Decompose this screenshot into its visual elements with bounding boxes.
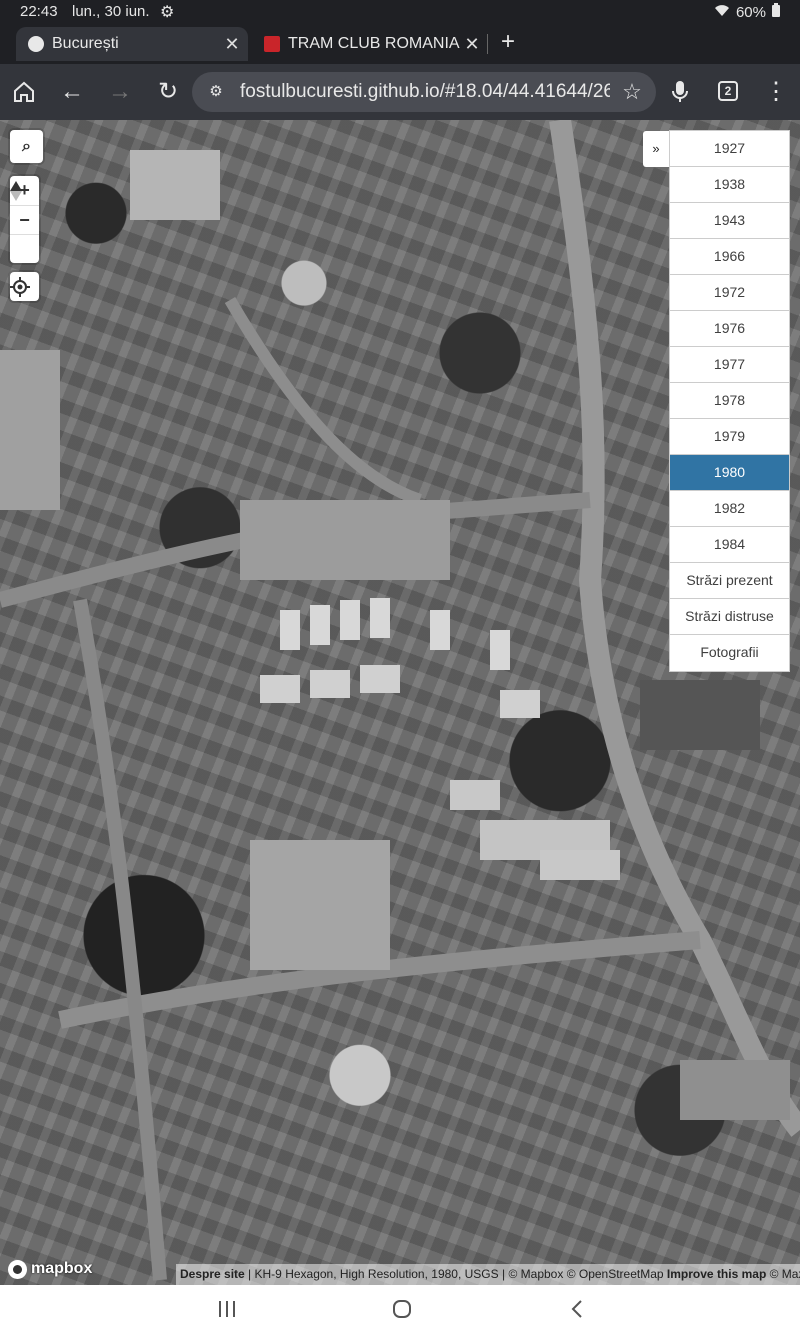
- mapbox-credit-link[interactable]: © Mapbox: [508, 1267, 563, 1281]
- search-icon[interactable]: ⌕: [10, 130, 43, 163]
- improve-map-link[interactable]: Improve this map: [667, 1267, 766, 1281]
- forward-arrow-icon[interactable]: →: [104, 76, 136, 108]
- layer-1984[interactable]: 1984: [670, 527, 789, 563]
- bookmark-star-icon[interactable]: ☆: [618, 78, 646, 106]
- layer-fotografii[interactable]: Fotografii: [670, 635, 789, 671]
- geolocate-control: [10, 272, 39, 301]
- layer-1938[interactable]: 1938: [670, 167, 789, 203]
- mapbox-logo-text: mapbox: [31, 1260, 93, 1277]
- wifi-icon: [714, 3, 730, 21]
- status-date: lun., 30 iun.: [72, 3, 150, 20]
- mapbox-icon: [8, 1259, 27, 1279]
- globe-icon: [28, 36, 44, 52]
- home-icon[interactable]: [8, 76, 40, 108]
- status-time: 22:43: [20, 3, 58, 20]
- back-arrow-icon[interactable]: ←: [56, 76, 88, 108]
- layer-1927[interactable]: 1927: [670, 131, 789, 167]
- tab-title: București: [52, 35, 119, 52]
- geolocate-icon[interactable]: [10, 272, 39, 301]
- address-bar[interactable]: ⚙ fostulbucuresti.github.io/#18.04/44.41…: [192, 72, 656, 112]
- map-attribution: Despre site | KH-9 Hexagon, High Resolut…: [176, 1264, 800, 1285]
- close-icon[interactable]: ✕: [460, 34, 484, 55]
- tram-club-favicon-icon: [264, 36, 280, 52]
- layer-1979[interactable]: 1979: [670, 419, 789, 455]
- zoom-out-button[interactable]: −: [10, 205, 39, 234]
- status-bar: 22:43 lun., 30 iun. ⚙ 60%: [0, 0, 800, 24]
- layer-1978[interactable]: 1978: [670, 383, 789, 419]
- tab-strip: București ✕ TRAM CLUB ROMANIA :: ✕: [0, 24, 800, 64]
- layer-1977[interactable]: 1977: [670, 347, 789, 383]
- site-settings-icon[interactable]: ⚙: [204, 80, 228, 104]
- layer-strazi-distruse[interactable]: Străzi distruse: [670, 599, 789, 635]
- back-nav-icon[interactable]: [562, 1295, 592, 1323]
- maxar-credit-link[interactable]: © Maxar: [770, 1267, 800, 1281]
- tab-tram-club[interactable]: TRAM CLUB ROMANIA :: ✕: [262, 27, 488, 61]
- home-nav-icon[interactable]: [387, 1295, 417, 1323]
- more-menu-icon[interactable]: ⋮: [760, 76, 792, 108]
- status-right: 60%: [714, 3, 780, 21]
- recent-apps-icon[interactable]: [212, 1295, 242, 1323]
- zoom-control-group: + −: [10, 176, 39, 263]
- tab-switcher-button[interactable]: 2: [718, 81, 738, 101]
- satellite-map[interactable]: ⌕ + − » 1927 1938 1943 1966 1972 1976 19…: [0, 120, 800, 1285]
- search-control: ⌕: [10, 130, 43, 163]
- microphone-icon[interactable]: [664, 76, 696, 108]
- compass-icon[interactable]: [10, 181, 39, 263]
- system-nav-bar: [0, 1285, 800, 1333]
- layer-1976[interactable]: 1976: [670, 311, 789, 347]
- layer-1972[interactable]: 1972: [670, 275, 789, 311]
- new-tab-button[interactable]: +: [496, 28, 520, 58]
- attribution-separator: |: [248, 1267, 252, 1281]
- osm-credit-link[interactable]: © OpenStreetMap: [567, 1267, 664, 1281]
- tab-bucuresti[interactable]: București ✕: [16, 27, 248, 61]
- about-site-link[interactable]: Despre site: [180, 1267, 245, 1281]
- battery-level: 60%: [735, 3, 766, 21]
- battery-icon: [772, 3, 780, 21]
- layer-1943[interactable]: 1943: [670, 203, 789, 239]
- layer-1980[interactable]: 1980: [670, 455, 789, 491]
- close-icon[interactable]: ✕: [220, 34, 244, 55]
- browser-toolbar: ← → ↻ ⚙ fostulbucuresti.github.io/#18.04…: [0, 64, 800, 120]
- year-layer-menu: 1927 1938 1943 1966 1972 1976 1977 1978 …: [669, 130, 790, 672]
- url-text[interactable]: fostulbucuresti.github.io/#18.04/44.4164…: [240, 81, 610, 103]
- layer-strazi-prezent[interactable]: Străzi prezent: [670, 563, 789, 599]
- attribution-separator: |: [502, 1267, 506, 1281]
- layer-1966[interactable]: 1966: [670, 239, 789, 275]
- tab-title: TRAM CLUB ROMANIA ::: [288, 35, 460, 52]
- layer-1982[interactable]: 1982: [670, 491, 789, 527]
- gear-icon: ⚙: [160, 4, 175, 21]
- reload-icon[interactable]: ↻: [152, 76, 184, 108]
- imagery-source: KH-9 Hexagon, High Resolution, 1980, USG…: [254, 1267, 499, 1281]
- mapbox-logo[interactable]: mapbox: [8, 1258, 92, 1280]
- collapse-layers-button[interactable]: »: [643, 131, 669, 167]
